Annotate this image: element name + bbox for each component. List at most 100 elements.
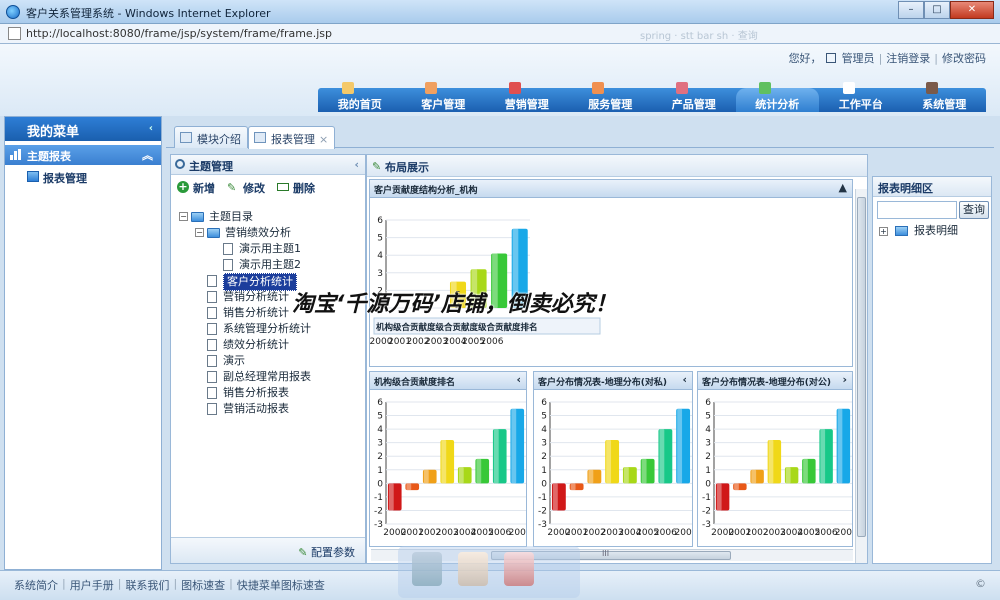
minimize-button[interactable]: –: [898, 1, 924, 19]
y-tick-label: 1: [377, 466, 383, 476]
collapse-left-icon[interactable]: ‹: [682, 373, 687, 386]
footer-link[interactable]: 系统简介: [14, 577, 58, 593]
collapse-icon[interactable]: −: [195, 228, 204, 237]
tree-node[interactable]: 演示用主题2: [179, 257, 365, 273]
nav-icon: [592, 82, 605, 94]
collapse-left-icon[interactable]: ‹: [354, 158, 359, 171]
report-icon: [27, 171, 39, 182]
dock-app-icon[interactable]: [412, 552, 442, 586]
footer-link[interactable]: 图标速查: [181, 577, 225, 593]
config-params-button[interactable]: ✎ 配置参数: [298, 546, 355, 559]
footer-link[interactable]: 快捷菜单图标速查: [237, 577, 325, 593]
y-tick-label: 6: [541, 398, 547, 408]
y-tick-label: 2: [705, 452, 711, 462]
y-tick-label: 0: [705, 479, 711, 489]
dock-app-icon[interactable]: [458, 552, 488, 586]
nav-item[interactable]: 统计分析: [735, 82, 819, 112]
config-params-label: 配置参数: [311, 546, 355, 559]
user-name-link[interactable]: 管理员: [842, 50, 875, 66]
tree-node[interactable]: − 营销绩效分析: [179, 225, 365, 241]
vertical-scrollbar[interactable]: [855, 189, 867, 563]
tab-close-icon[interactable]: ×: [319, 133, 328, 146]
edit-button[interactable]: ✎ 修改: [227, 180, 265, 199]
faded-toolbar-text: spring · stt bar sh · 查询: [640, 31, 758, 42]
scroll-thumb[interactable]: [857, 197, 866, 537]
chart-bar-highlight: [623, 467, 629, 484]
nav-item[interactable]: 产品管理: [652, 82, 736, 112]
change-password-link[interactable]: 修改密码: [942, 50, 986, 66]
tree-node[interactable]: 演示: [179, 353, 365, 369]
footer-link[interactable]: 联系我们: [125, 577, 169, 593]
tree-node[interactable]: 营销活动报表: [179, 401, 365, 417]
close-button[interactable]: ✕: [950, 1, 994, 19]
x-tick-label: 200: [835, 528, 852, 538]
y-tick-label: 0: [541, 479, 547, 489]
query-button[interactable]: 查询: [959, 201, 989, 219]
report-detail-node[interactable]: + 报表明细: [879, 223, 958, 239]
collapse-left-icon[interactable]: ‹: [516, 373, 521, 386]
portlet-geo-private: 客户分布情况表-地理分布(对私) ‹ -3 -2 -1 0 1 2 3 4 5 6 2000 2001…: [533, 371, 693, 547]
collapse-icon[interactable]: ‹: [149, 123, 153, 134]
url-field[interactable]: http://localhost:8080/frame/jsp/system/f…: [26, 27, 332, 40]
document-icon: [223, 243, 233, 255]
footer-link[interactable]: 用户手册: [70, 577, 114, 593]
tree-node[interactable]: 绩效分析统计: [179, 337, 365, 353]
sidebar-item-report-management[interactable]: 报表管理: [5, 167, 161, 187]
tree-node-label: 营销活动报表: [223, 402, 289, 415]
collapse-icon[interactable]: −: [179, 212, 188, 221]
tree-node-label: 销售分析报表: [223, 386, 289, 399]
maximize-button[interactable]: □: [924, 1, 950, 19]
folder-icon: [191, 212, 204, 222]
tree-node-label: 演示用主题1: [239, 242, 301, 255]
x-tick-label: 2006: [481, 337, 504, 347]
y-tick-label: 5: [705, 412, 711, 422]
dock-app-icon[interactable]: [504, 552, 534, 586]
logout-link[interactable]: 注销登录: [886, 50, 930, 66]
tree-node[interactable]: 副总经理常用报表: [179, 369, 365, 385]
folder-icon: [207, 228, 220, 238]
report-icon: [254, 132, 266, 143]
tab-strip: 模块介绍 报表管理 ×: [166, 122, 994, 149]
tree-node-label: 绩效分析统计: [223, 338, 289, 351]
y-tick-label: -3: [538, 520, 547, 530]
expand-icon[interactable]: +: [879, 226, 888, 236]
expand-right-icon[interactable]: ›: [842, 373, 847, 386]
tree-node[interactable]: − 主题目录: [179, 209, 365, 225]
separator: |: [62, 577, 66, 590]
nav-item[interactable]: 我的首页: [318, 82, 402, 112]
nav-item[interactable]: 服务管理: [569, 82, 653, 112]
tab-report-management[interactable]: 报表管理 ×: [248, 126, 336, 149]
document-icon: [207, 275, 217, 287]
y-tick-label: 4: [705, 425, 711, 435]
add-label: 新增: [193, 182, 215, 195]
document-icon: [207, 355, 217, 367]
footer-links: 系统简介 | 用户手册 | 联系我们 | 图标速查 | 快捷菜单图标速查: [14, 577, 325, 593]
y-tick-label: 4: [377, 251, 383, 261]
y-tick-label: 2: [377, 452, 383, 462]
tree-node[interactable]: 演示用主题1: [179, 241, 365, 257]
collapse-up-icon[interactable]: ▲: [839, 181, 847, 194]
tab-module-intro[interactable]: 模块介绍: [174, 126, 248, 148]
chart-bar-highlight: [476, 458, 482, 484]
nav-item[interactable]: 系统管理: [903, 82, 987, 112]
y-tick-label: -2: [702, 506, 711, 516]
chart-bar-highlight: [388, 483, 394, 511]
y-tick-label: 5: [541, 412, 547, 422]
chart-canvas: -3-2-10123456200020012002200320042005200…: [702, 398, 852, 538]
nav-item[interactable]: 工作平台: [819, 82, 903, 112]
delete-button[interactable]: 删除: [277, 180, 315, 199]
tree-node[interactable]: 系统管理分析统计: [179, 321, 365, 337]
tree-node[interactable]: 销售分析报表: [179, 385, 365, 401]
chevron-up-icon[interactable]: ︽: [142, 147, 153, 163]
nav-item[interactable]: 客户管理: [402, 82, 486, 112]
chart-bar-highlight: [677, 408, 683, 484]
nav-item[interactable]: 营销管理: [485, 82, 569, 112]
scroll-grip: III: [602, 549, 610, 558]
nav-item-label: 工作平台: [838, 98, 883, 111]
nav-item-label: 服务管理: [588, 98, 633, 111]
y-tick-label: 6: [377, 398, 383, 408]
sidebar-group-theme-report[interactable]: 主题报表 ︽: [5, 145, 161, 165]
minus-icon: [277, 183, 289, 191]
report-search-input[interactable]: [877, 201, 957, 219]
add-button[interactable]: + 新增: [177, 180, 215, 199]
